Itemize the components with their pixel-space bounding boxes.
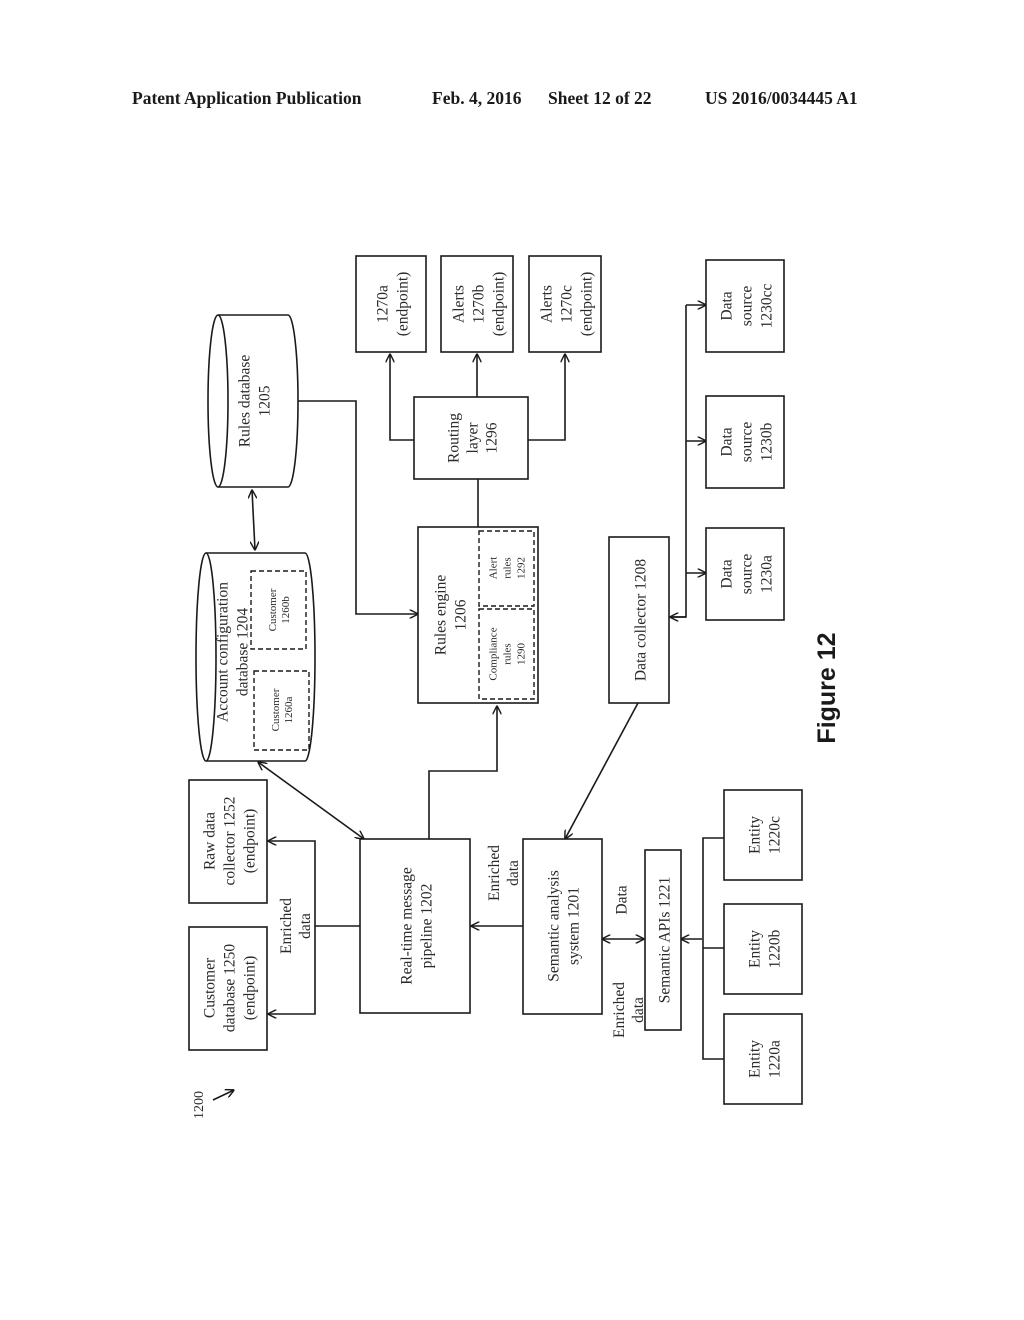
edge-accountdb-pipeline xyxy=(258,762,364,839)
compliance-rules-label-line: 1290 xyxy=(516,643,528,666)
edge-label-enriched-data-in-line: Enriched xyxy=(486,845,503,901)
customer-database-label-line: (endpoint) xyxy=(242,956,259,1021)
figure-ref-arrow xyxy=(212,1090,234,1101)
rules-engine-label-line: Rules engine xyxy=(433,575,450,656)
edge-label-enriched-data-back-line: Enriched xyxy=(611,982,628,1038)
customer-1260a-label-line: Customer xyxy=(270,688,282,731)
data-source-1230a-label-line: 1230a xyxy=(759,555,776,593)
edge-routing-endpoint-a xyxy=(390,354,414,441)
endpoint-1270b-label-line: Alerts xyxy=(451,285,468,323)
edge-label-enriched-data-back: Enriched data xyxy=(611,982,647,1038)
figure-label: Figure 12 xyxy=(813,632,841,743)
figure-reference: 1200 xyxy=(192,1091,207,1119)
entity-1220c-label-line: Entity xyxy=(747,816,764,854)
endpoint-1270a-label-line: (endpoint) xyxy=(395,272,412,337)
edge-routing-endpoint-c xyxy=(528,354,565,441)
endpoint-1270c-label-line: Alerts xyxy=(539,285,556,323)
semantic-analysis-system-label-line: Semantic analysis xyxy=(546,870,563,982)
compliance-rules-label-line: Compliance xyxy=(488,627,500,680)
compliance-rules-label-line: rules xyxy=(502,643,514,664)
semantic-apis-label-line: Semantic APIs 1221 xyxy=(657,877,674,1004)
edge-label-enriched-data-out-line: Enriched xyxy=(278,898,295,954)
system-diagram: Rules database 1205Account configuration d… xyxy=(188,255,841,1119)
entity-1220b-label-line: 1220b xyxy=(767,929,784,968)
customer-database-label-line: Customer xyxy=(202,957,219,1018)
endpoint-1270c-label-line: 1270c xyxy=(559,285,576,323)
customer-1260b-label-line: Customer xyxy=(267,588,279,631)
raw-data-collector-label-line: Raw data xyxy=(202,812,219,870)
data-source-1230cc-label-line: 1230cc xyxy=(759,284,776,329)
customer-database-label-line: database 1250 xyxy=(222,944,239,1032)
alert-rules-label-line: rules xyxy=(502,557,514,578)
edge-pipeline-rulesengine xyxy=(428,706,497,839)
customer-1260a-label-line: 1260a xyxy=(283,696,295,723)
edge-label-data: Data xyxy=(613,885,630,914)
routing-layer-label-line: layer xyxy=(464,422,481,454)
data-source-1230b-label-line: 1230b xyxy=(759,422,776,461)
endpoint-1270a-label-line: 1270a xyxy=(375,285,392,323)
edge-rulesdb-accountdb xyxy=(252,490,255,550)
edge-datacollector-semantic xyxy=(565,702,639,839)
data-source-1230b-label: Data source 1230b xyxy=(719,422,776,463)
account-configuration-database-label-line: database 1204 xyxy=(235,608,252,696)
data-collector-label: Data collector 1208 xyxy=(633,559,650,681)
data-source-1230a-label: Data source 1230a xyxy=(719,554,776,595)
rules-database-label-line: Rules database xyxy=(237,355,254,448)
alert-rules-label-line: 1292 xyxy=(516,557,528,579)
alert-rules-label-line: Alert xyxy=(488,557,500,580)
data-source-1230a-label-line: source xyxy=(739,554,756,595)
routing-layer-label-line: Routing xyxy=(445,413,462,463)
data-source-1230b-label-line: Data xyxy=(719,427,736,456)
edge-label-enriched-data-out-line: data xyxy=(297,913,314,939)
routing-layer-label-line: 1296 xyxy=(483,422,500,453)
alert-rules-label: Alert rules 1292 xyxy=(488,557,528,580)
rules-database-label-line: 1205 xyxy=(257,385,274,416)
pipeline-label-line: pipeline 1202 xyxy=(419,884,436,969)
data-source-1230a-label-line: Data xyxy=(719,559,736,588)
entity-1220b-label-line: Entity xyxy=(747,930,764,968)
edge-label-enriched-data-back-line: data xyxy=(630,997,647,1023)
edge-label-enriched-data-in-line: data xyxy=(505,860,522,886)
endpoint-1270b-label-line: 1270b xyxy=(471,284,488,323)
entity-1220a-label-line: Entity xyxy=(747,1040,764,1078)
customer-1260b-label-line: 1260b xyxy=(280,596,292,624)
data-source-1230cc-label-line: source xyxy=(739,286,756,327)
raw-data-collector-label-line: (endpoint) xyxy=(242,809,259,874)
edge-datacollector-sources xyxy=(669,305,687,618)
rules-engine-label-line: 1206 xyxy=(453,599,470,630)
data-source-1230b-label-line: source xyxy=(739,422,756,463)
edge-label-data-line: Data xyxy=(613,885,630,914)
raw-data-collector-label-line: collector 1252 xyxy=(222,796,239,885)
endpoint-1270c-label-line: (endpoint) xyxy=(579,272,596,337)
pipeline-label-line: Real-time message xyxy=(399,867,416,985)
data-collector-label-line: Data collector 1208 xyxy=(633,559,650,681)
endpoint-1270b-label-line: (endpoint) xyxy=(491,272,508,337)
account-configuration-database-label-line: Account configuration xyxy=(215,582,232,722)
edge-label-enriched-data-out: Enriched data xyxy=(278,898,314,954)
data-source-1230cc-label-line: Data xyxy=(719,291,736,320)
entity-1220c-label-line: 1220c xyxy=(767,816,784,854)
entity-1220a-label-line: 1220a xyxy=(767,1040,784,1078)
semantic-apis-label: Semantic APIs 1221 xyxy=(657,877,674,1004)
edge-label-enriched-data-in: Enriched data xyxy=(486,845,522,901)
semantic-analysis-system-label-line: system 1201 xyxy=(566,887,583,965)
